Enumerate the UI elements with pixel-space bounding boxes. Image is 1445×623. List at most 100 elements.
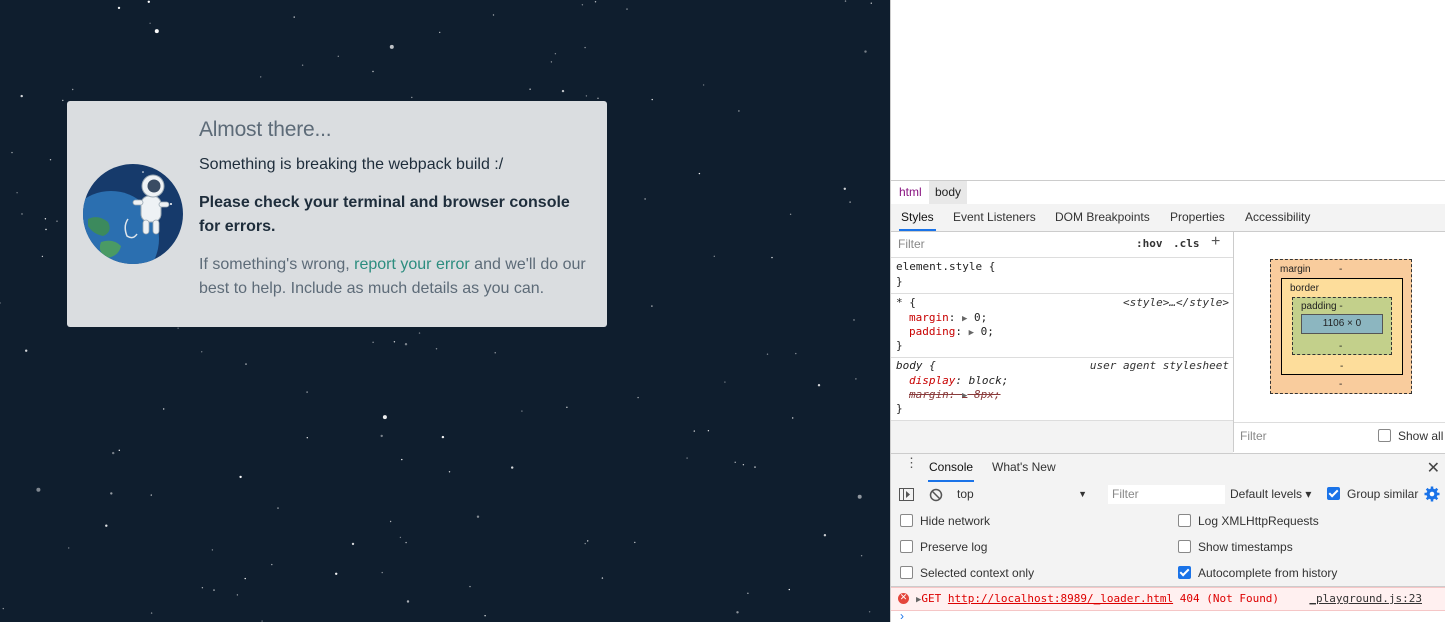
star bbox=[260, 76, 262, 78]
tab-properties[interactable]: Properties bbox=[1168, 204, 1227, 231]
star bbox=[766, 353, 769, 355]
star bbox=[49, 159, 52, 161]
more-options-icon[interactable]: ⋮ bbox=[905, 456, 918, 469]
star bbox=[550, 61, 553, 63]
star bbox=[380, 434, 383, 438]
star bbox=[411, 96, 413, 99]
show-all-checkbox[interactable]: Show all bbox=[1378, 429, 1443, 443]
star bbox=[844, 0, 847, 2]
card-instruction: Please check your terminal and browser c… bbox=[199, 194, 570, 235]
star bbox=[637, 396, 639, 399]
rule-property-overridden[interactable]: margin: ▶ 8px; bbox=[909, 388, 1001, 403]
tab-event-listeners[interactable]: Event Listeners bbox=[951, 204, 1038, 231]
console-settings: Hide network Preserve log Selected conte… bbox=[891, 508, 1445, 587]
box-model-border[interactable]: border - padding - - 1106 × 0 bbox=[1281, 278, 1403, 375]
star bbox=[795, 352, 797, 355]
show-timestamps-checkbox[interactable]: Show timestamps bbox=[1178, 539, 1293, 555]
star bbox=[476, 515, 480, 518]
computed-filter-input[interactable]: Filter bbox=[1240, 429, 1267, 443]
star bbox=[399, 536, 402, 539]
error-source-link[interactable]: _playground.js:23 bbox=[1309, 592, 1422, 605]
console-filter-input[interactable]: Filter bbox=[1108, 485, 1225, 504]
card-title: Almost there... bbox=[199, 118, 332, 141]
box-model-content[interactable]: 1106 × 0 bbox=[1301, 314, 1383, 334]
star bbox=[62, 99, 64, 102]
star bbox=[724, 381, 726, 383]
star bbox=[651, 98, 653, 101]
rule-selector[interactable]: body { bbox=[896, 359, 936, 373]
preserve-log-checkbox[interactable]: Preserve log bbox=[900, 539, 987, 555]
star bbox=[734, 461, 736, 463]
star bbox=[149, 22, 151, 24]
star bbox=[849, 201, 851, 203]
context-selector[interactable]: top ▼ bbox=[957, 482, 1093, 508]
rule-source-link[interactable]: <style>…</style> bbox=[1123, 296, 1229, 310]
styles-filter-input[interactable]: Filter bbox=[898, 237, 925, 251]
autocomplete-from-history-checkbox[interactable]: Autocomplete from history bbox=[1178, 565, 1337, 581]
breadcrumb: html body bbox=[891, 180, 1445, 205]
rule-selector[interactable]: element.style { bbox=[896, 260, 995, 274]
star bbox=[20, 94, 23, 98]
hide-network-checkbox[interactable]: Hide network bbox=[900, 513, 990, 529]
star bbox=[754, 466, 756, 468]
star bbox=[857, 494, 862, 499]
style-rule-body: body { user agent stylesheet display: bl… bbox=[891, 358, 1233, 420]
rule-source: user agent stylesheet bbox=[1089, 359, 1229, 372]
tab-console[interactable]: Console bbox=[928, 454, 975, 482]
astronaut-earth-icon bbox=[83, 164, 183, 264]
sidebar-toggle-icon[interactable] bbox=[899, 488, 915, 502]
star bbox=[581, 4, 584, 6]
star bbox=[566, 406, 568, 408]
hov-toggle[interactable]: :hov bbox=[1136, 237, 1163, 250]
star bbox=[211, 549, 214, 551]
log-xmlhttprequests-checkbox[interactable]: Log XMLHttpRequests bbox=[1178, 513, 1319, 529]
breadcrumb-html[interactable]: html bbox=[893, 181, 928, 204]
star bbox=[44, 218, 47, 220]
error-url-link[interactable]: http://localhost:8989/_loader.html bbox=[948, 592, 1173, 605]
gear-icon[interactable] bbox=[1424, 486, 1440, 502]
box-model-padding[interactable]: padding - - 1106 × 0 bbox=[1292, 297, 1392, 355]
star bbox=[0, 302, 1, 304]
close-icon[interactable]: ✕ bbox=[1427, 458, 1440, 478]
star bbox=[41, 255, 44, 258]
star bbox=[469, 585, 471, 588]
rule-property[interactable]: display: block; bbox=[909, 374, 1008, 388]
star bbox=[16, 192, 18, 194]
star bbox=[213, 589, 215, 591]
tab-accessibility[interactable]: Accessibility bbox=[1243, 204, 1312, 231]
star bbox=[236, 594, 239, 596]
star bbox=[418, 332, 421, 334]
star bbox=[707, 430, 710, 432]
star bbox=[105, 524, 108, 527]
star bbox=[561, 89, 565, 93]
clear-console-icon[interactable] bbox=[929, 488, 943, 502]
console-toolbar: top ▼ Filter Default levels ▾ Group simi… bbox=[891, 482, 1445, 509]
rule-property[interactable]: margin: ▶ 0; bbox=[909, 311, 987, 326]
star bbox=[594, 1, 597, 3]
box-model-margin[interactable]: margin - - border - padding - - 1106 × 0 bbox=[1270, 259, 1412, 394]
tab-styles[interactable]: Styles bbox=[899, 204, 936, 231]
star bbox=[351, 542, 355, 546]
star bbox=[201, 351, 203, 353]
selected-context-only-checkbox[interactable]: Selected context only bbox=[900, 565, 1034, 581]
star bbox=[738, 110, 740, 112]
star bbox=[742, 464, 745, 466]
tab-dom-breakpoints[interactable]: DOM Breakpoints bbox=[1053, 204, 1152, 231]
star bbox=[597, 97, 599, 100]
star bbox=[435, 348, 438, 350]
log-levels-dropdown[interactable]: Default levels ▾ bbox=[1230, 482, 1311, 507]
cls-toggle[interactable]: .cls bbox=[1173, 237, 1200, 250]
rule-property[interactable]: padding: ▶ 0; bbox=[909, 325, 994, 340]
group-similar-checkbox[interactable]: Group similar bbox=[1327, 482, 1418, 507]
computed-filter-bar: Filter Show all bbox=[1234, 422, 1445, 453]
star bbox=[372, 70, 374, 73]
breadcrumb-body[interactable]: body bbox=[929, 181, 968, 204]
tab-whats-new[interactable]: What's New bbox=[992, 454, 1056, 482]
report-error-link[interactable]: report your error bbox=[354, 256, 470, 273]
star bbox=[118, 449, 121, 451]
rule-selector[interactable]: * { bbox=[896, 296, 916, 310]
star bbox=[702, 84, 705, 86]
box-model-diagram: margin - - border - padding - - 1106 × 0 bbox=[1234, 232, 1445, 422]
console-prompt[interactable]: › bbox=[900, 609, 904, 623]
new-rule-button[interactable]: + bbox=[1211, 233, 1220, 251]
